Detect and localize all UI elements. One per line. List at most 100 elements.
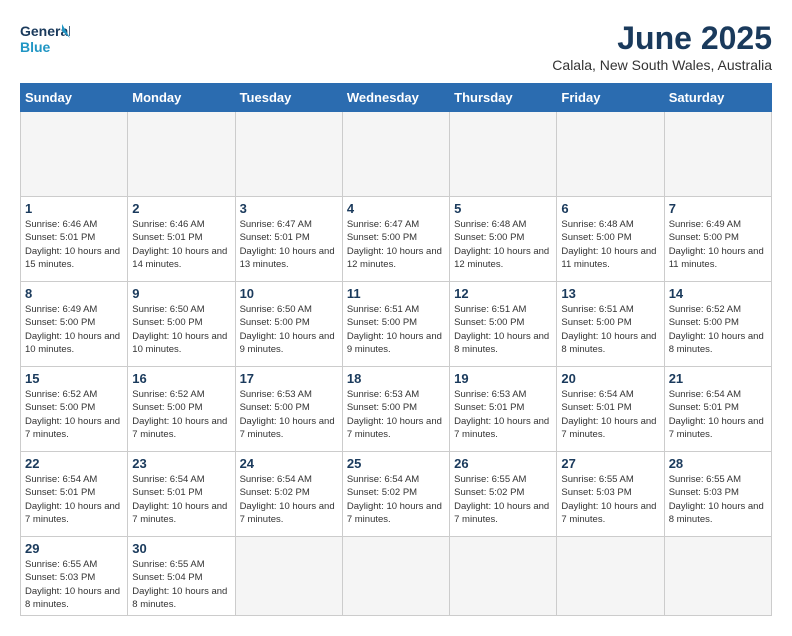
day-number: 22 (25, 456, 123, 471)
day-info: Sunrise: 6:47 AMSunset: 5:01 PMDaylight:… (240, 218, 338, 271)
day-number: 15 (25, 371, 123, 386)
day-info: Sunrise: 6:49 AMSunset: 5:00 PMDaylight:… (25, 303, 123, 356)
day-info: Sunrise: 6:54 AMSunset: 5:02 PMDaylight:… (347, 473, 445, 526)
day-info: Sunrise: 6:55 AMSunset: 5:03 PMDaylight:… (669, 473, 767, 526)
calendar-week-row: 22 Sunrise: 6:54 AMSunset: 5:01 PMDayligh… (21, 452, 772, 537)
month-title: June 2025 (552, 20, 772, 57)
day-number: 4 (347, 201, 445, 216)
day-info: Sunrise: 6:55 AMSunset: 5:03 PMDaylight:… (25, 558, 123, 611)
day-number: 21 (669, 371, 767, 386)
day-number: 2 (132, 201, 230, 216)
calendar-cell: 1 Sunrise: 6:46 AMSunset: 5:01 PMDaylight… (21, 197, 128, 282)
day-number: 19 (454, 371, 552, 386)
day-info: Sunrise: 6:52 AMSunset: 5:00 PMDaylight:… (669, 303, 767, 356)
day-info: Sunrise: 6:48 AMSunset: 5:00 PMDaylight:… (454, 218, 552, 271)
day-number: 26 (454, 456, 552, 471)
day-number: 11 (347, 286, 445, 301)
calendar-cell: 3 Sunrise: 6:47 AMSunset: 5:01 PMDaylight… (235, 197, 342, 282)
day-info: Sunrise: 6:51 AMSunset: 5:00 PMDaylight:… (561, 303, 659, 356)
day-number: 17 (240, 371, 338, 386)
logo: General Blue (20, 20, 70, 65)
calendar-cell: 6 Sunrise: 6:48 AMSunset: 5:00 PMDaylight… (557, 197, 664, 282)
calendar-cell: 28 Sunrise: 6:55 AMSunset: 5:03 PMDayligh… (664, 452, 771, 537)
calendar-cell: 12Sunrise: 6:51 AMSunset: 5:00 PMDayligh… (450, 282, 557, 367)
weekday-header: Tuesday (235, 84, 342, 112)
day-number: 8 (25, 286, 123, 301)
calendar-cell (664, 112, 771, 197)
calendar-cell: 17 Sunrise: 6:53 AMSunset: 5:00 PMDayligh… (235, 367, 342, 452)
day-info: Sunrise: 6:50 AMSunset: 5:00 PMDaylight:… (240, 303, 338, 356)
day-number: 6 (561, 201, 659, 216)
day-number: 20 (561, 371, 659, 386)
day-info: Sunrise: 6:50 AMSunset: 5:00 PMDaylight:… (132, 303, 230, 356)
day-number: 1 (25, 201, 123, 216)
page-header: General Blue June 2025 Calala, New South… (20, 20, 772, 73)
logo-svg: General Blue (20, 20, 70, 65)
calendar-cell (235, 112, 342, 197)
calendar-cell: 9 Sunrise: 6:50 AMSunset: 5:00 PMDaylight… (128, 282, 235, 367)
weekday-header: Thursday (450, 84, 557, 112)
calendar-cell: 5 Sunrise: 6:48 AMSunset: 5:00 PMDaylight… (450, 197, 557, 282)
calendar-cell (557, 537, 664, 616)
day-number: 5 (454, 201, 552, 216)
weekday-header: Monday (128, 84, 235, 112)
calendar-cell (21, 112, 128, 197)
calendar-cell: 19Sunrise: 6:53 AMSunset: 5:01 PMDayligh… (450, 367, 557, 452)
day-info: Sunrise: 6:53 AMSunset: 5:00 PMDaylight:… (240, 388, 338, 441)
day-number: 18 (347, 371, 445, 386)
day-number: 29 (25, 541, 123, 556)
day-number: 25 (347, 456, 445, 471)
day-number: 9 (132, 286, 230, 301)
calendar-cell (557, 112, 664, 197)
svg-text:Blue: Blue (20, 39, 51, 55)
calendar-cell: 21 Sunrise: 6:54 AMSunset: 5:01 PMDayligh… (664, 367, 771, 452)
day-number: 10 (240, 286, 338, 301)
calendar-cell: 8 Sunrise: 6:49 AMSunset: 5:00 PMDaylight… (21, 282, 128, 367)
calendar-cell (342, 112, 449, 197)
location: Calala, New South Wales, Australia (552, 57, 772, 73)
calendar-cell: 15 Sunrise: 6:52 AMSunset: 5:00 PMDayligh… (21, 367, 128, 452)
calendar-cell: 7 Sunrise: 6:49 AMSunset: 5:00 PMDaylight… (664, 197, 771, 282)
day-info: Sunrise: 6:51 AMSunset: 5:00 PMDaylight:… (347, 303, 445, 356)
weekday-header: Wednesday (342, 84, 449, 112)
calendar-cell: 18Sunrise: 6:53 AMSunset: 5:00 PMDayligh… (342, 367, 449, 452)
calendar-week-row: 1 Sunrise: 6:46 AMSunset: 5:01 PMDaylight… (21, 197, 772, 282)
calendar-cell: 20Sunrise: 6:54 AMSunset: 5:01 PMDayligh… (557, 367, 664, 452)
calendar-cell: 29 Sunrise: 6:55 AMSunset: 5:03 PMDayligh… (21, 537, 128, 616)
calendar-cell: 16 Sunrise: 6:52 AMSunset: 5:00 PMDayligh… (128, 367, 235, 452)
calendar-week-row: 29 Sunrise: 6:55 AMSunset: 5:03 PMDayligh… (21, 537, 772, 616)
day-number: 30 (132, 541, 230, 556)
calendar-week-row: 15 Sunrise: 6:52 AMSunset: 5:00 PMDayligh… (21, 367, 772, 452)
day-number: 14 (669, 286, 767, 301)
calendar-cell: 2 Sunrise: 6:46 AMSunset: 5:01 PMDaylight… (128, 197, 235, 282)
day-info: Sunrise: 6:46 AMSunset: 5:01 PMDaylight:… (25, 218, 123, 271)
weekday-header: Saturday (664, 84, 771, 112)
day-info: Sunrise: 6:54 AMSunset: 5:02 PMDaylight:… (240, 473, 338, 526)
day-number: 16 (132, 371, 230, 386)
day-info: Sunrise: 6:55 AMSunset: 5:02 PMDaylight:… (454, 473, 552, 526)
calendar-week-row (21, 112, 772, 197)
day-info: Sunrise: 6:49 AMSunset: 5:00 PMDaylight:… (669, 218, 767, 271)
day-number: 23 (132, 456, 230, 471)
day-info: Sunrise: 6:54 AMSunset: 5:01 PMDaylight:… (669, 388, 767, 441)
day-number: 7 (669, 201, 767, 216)
calendar-cell: 13Sunrise: 6:51 AMSunset: 5:00 PMDayligh… (557, 282, 664, 367)
day-info: Sunrise: 6:51 AMSunset: 5:00 PMDaylight:… (454, 303, 552, 356)
calendar-cell: 22Sunrise: 6:54 AMSunset: 5:01 PMDayligh… (21, 452, 128, 537)
weekday-header: Friday (557, 84, 664, 112)
day-info: Sunrise: 6:47 AMSunset: 5:00 PMDaylight:… (347, 218, 445, 271)
day-number: 28 (669, 456, 767, 471)
day-info: Sunrise: 6:48 AMSunset: 5:00 PMDaylight:… (561, 218, 659, 271)
calendar-cell (450, 537, 557, 616)
day-info: Sunrise: 6:54 AMSunset: 5:01 PMDaylight:… (132, 473, 230, 526)
calendar-cell: 14 Sunrise: 6:52 AMSunset: 5:00 PMDayligh… (664, 282, 771, 367)
calendar-cell: 11 Sunrise: 6:51 AMSunset: 5:00 PMDayligh… (342, 282, 449, 367)
calendar-cell: 30Sunrise: 6:55 AMSunset: 5:04 PMDayligh… (128, 537, 235, 616)
day-info: Sunrise: 6:46 AMSunset: 5:01 PMDaylight:… (132, 218, 230, 271)
day-info: Sunrise: 6:52 AMSunset: 5:00 PMDaylight:… (132, 388, 230, 441)
day-number: 3 (240, 201, 338, 216)
calendar-cell (342, 537, 449, 616)
weekday-header: Sunday (21, 84, 128, 112)
calendar-cell: 24Sunrise: 6:54 AMSunset: 5:02 PMDayligh… (235, 452, 342, 537)
day-info: Sunrise: 6:52 AMSunset: 5:00 PMDaylight:… (25, 388, 123, 441)
